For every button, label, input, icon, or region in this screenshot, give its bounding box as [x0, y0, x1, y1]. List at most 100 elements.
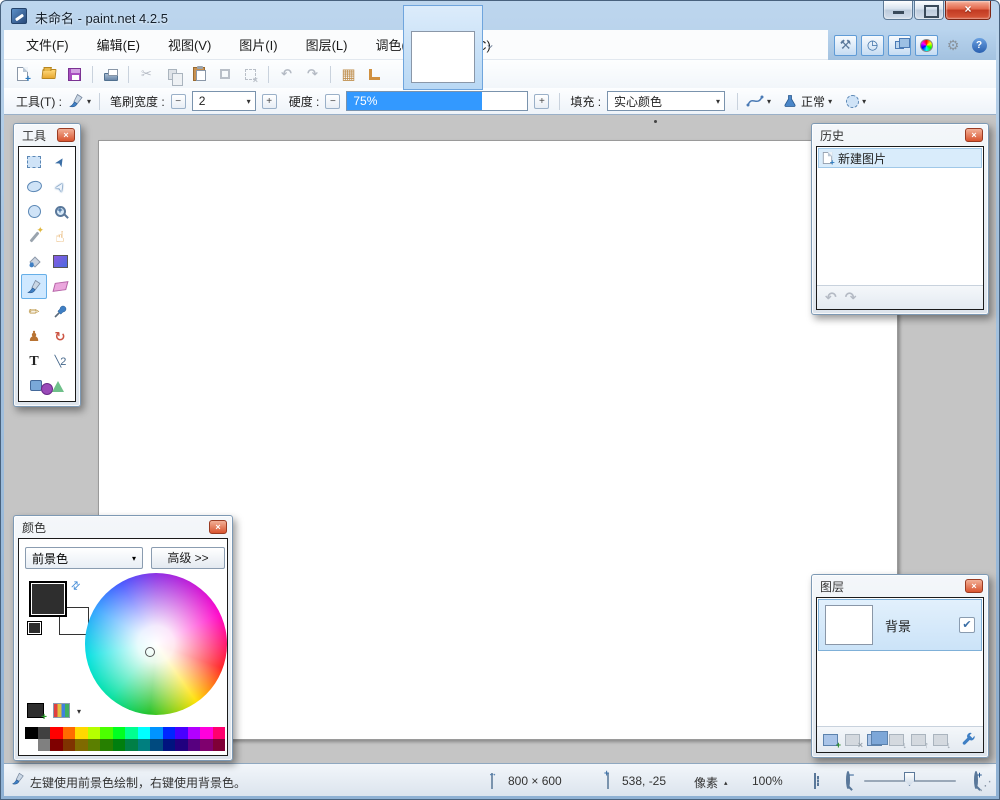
tool-move-selected-pixels[interactable]: ➤	[47, 149, 73, 174]
blend-mode-dropdown-arrow[interactable]: ▾	[828, 97, 832, 106]
merge-layer-down-button[interactable]	[889, 734, 904, 746]
minimize-button[interactable]	[883, 1, 913, 20]
resize-grip[interactable]: ⋰	[979, 778, 992, 794]
tool-dropdown-arrow[interactable]: ▾	[87, 97, 91, 106]
tool-magic-wand[interactable]: ✦	[21, 224, 47, 249]
menu-image[interactable]: 图片(I)	[225, 30, 291, 59]
hardness-increase-button[interactable]: +	[534, 94, 549, 109]
redo-button[interactable]: ↷	[304, 66, 321, 83]
palette-swatch[interactable]	[125, 739, 138, 751]
zoom-slider-thumb[interactable]	[904, 772, 915, 786]
palette-swatch[interactable]	[75, 727, 88, 739]
tool-ellipse-select[interactable]	[21, 199, 47, 224]
toggle-history-panel-button[interactable]: ◷	[861, 35, 884, 56]
palette-swatch[interactable]	[138, 727, 151, 739]
palette-swatch[interactable]	[50, 727, 63, 739]
palette-swatch[interactable]	[38, 727, 51, 739]
selection-mode-dropdown-arrow[interactable]: ▾	[862, 97, 866, 106]
layer-properties-wrench-icon[interactable]	[961, 732, 976, 747]
advanced-colors-button[interactable]: 高级 >>	[151, 547, 225, 569]
brush-width-decrease-button[interactable]: −	[171, 94, 186, 109]
tool-move-selection[interactable]: ➤	[47, 174, 73, 199]
tool-clone-stamp[interactable]: ♟	[21, 324, 47, 349]
image-tab-active[interactable]	[403, 5, 483, 90]
zoom-to-window-button[interactable]	[814, 773, 816, 789]
units-dropdown[interactable]: 像素 ▴	[694, 774, 728, 791]
tool-paintbrush[interactable]	[21, 274, 47, 299]
tool-rectangle-select[interactable]	[21, 149, 47, 174]
color-wheel[interactable]	[85, 573, 227, 715]
palette-swatch[interactable]	[150, 727, 163, 739]
palette-swatch[interactable]	[113, 739, 126, 751]
copy-button[interactable]	[164, 66, 181, 83]
undo-button[interactable]: ↶	[278, 66, 295, 83]
palette-swatch[interactable]	[25, 727, 38, 739]
palette-swatch[interactable]	[163, 727, 176, 739]
maximize-button[interactable]	[914, 1, 944, 20]
brush-width-increase-button[interactable]: +	[262, 94, 277, 109]
layer-visibility-checkbox[interactable]: ✔	[959, 617, 975, 633]
palette-swatch[interactable]	[100, 727, 113, 739]
colors-panel-close-button[interactable]: ×	[209, 520, 227, 534]
ruler-toggle-button[interactable]	[366, 66, 383, 83]
palette-menu-dropdown-arrow[interactable]: ▾	[77, 707, 81, 716]
palette-swatch[interactable]	[138, 739, 151, 751]
save-button[interactable]	[66, 66, 83, 83]
palette-swatch[interactable]	[113, 727, 126, 739]
toggle-colors-panel-button[interactable]	[915, 35, 938, 56]
antialiasing-dropdown-arrow[interactable]: ▾	[767, 97, 771, 106]
palette-swatch[interactable]	[38, 739, 51, 751]
close-button[interactable]: ×	[945, 1, 991, 20]
antialiasing-curve-icon[interactable]	[746, 94, 764, 108]
selection-mode-icon[interactable]	[846, 95, 859, 108]
image-list-chevron-icon[interactable]: ⌄	[485, 37, 495, 51]
colors-panel-titlebar[interactable]: 颜色 ×	[14, 516, 232, 538]
palette-swatch[interactable]	[63, 739, 76, 751]
add-color-button[interactable]	[27, 703, 44, 718]
move-layer-up-button[interactable]	[911, 734, 926, 746]
tools-panel-titlebar[interactable]: 工具 ×	[14, 124, 80, 146]
menu-file[interactable]: 文件(F)	[12, 30, 83, 59]
palette-swatch[interactable]	[200, 739, 213, 751]
tool-recolor[interactable]: ↻	[47, 324, 73, 349]
brush-width-combo[interactable]: 2 ▾	[192, 91, 256, 111]
palette-swatch[interactable]	[75, 739, 88, 751]
history-item-selected[interactable]: 新建图片	[818, 148, 982, 168]
palette-swatch[interactable]	[200, 727, 213, 739]
tool-text[interactable]: T	[21, 349, 47, 374]
duplicate-layer-button[interactable]	[867, 734, 882, 746]
toggle-layers-panel-button[interactable]	[888, 35, 911, 56]
palette-swatch[interactable]	[150, 739, 163, 751]
tool-zoom[interactable]: +	[47, 199, 73, 224]
palette-swatch[interactable]	[175, 727, 188, 739]
help-button[interactable]: ?	[968, 35, 990, 56]
crop-button[interactable]	[216, 66, 233, 83]
cut-button[interactable]: ✂	[138, 66, 155, 83]
palette-swatch[interactable]	[213, 739, 226, 751]
palette-swatch[interactable]	[88, 739, 101, 751]
move-layer-down-button[interactable]	[933, 734, 948, 746]
history-undo-button[interactable]: ↶	[825, 289, 837, 306]
new-image-button[interactable]	[14, 66, 31, 83]
menu-edit[interactable]: 编辑(E)	[83, 30, 154, 59]
zoom-in-button[interactable]: +	[974, 771, 978, 789]
menu-layers[interactable]: 图层(L)	[292, 30, 362, 59]
layers-panel-titlebar[interactable]: 图层 ×	[812, 575, 988, 597]
zoom-out-button[interactable]: −	[846, 771, 850, 789]
tool-gradient[interactable]	[47, 249, 73, 274]
palette-swatch[interactable]	[125, 727, 138, 739]
palette-swatch[interactable]	[163, 739, 176, 751]
deselect-button[interactable]	[242, 66, 259, 83]
palette-swatch[interactable]	[50, 739, 63, 751]
palette-swatch[interactable]	[188, 727, 201, 739]
color-target-combo[interactable]: 前景色 ▾	[25, 547, 143, 569]
tool-color-picker[interactable]	[47, 299, 73, 324]
layers-panel-close-button[interactable]: ×	[965, 579, 983, 593]
tool-pencil[interactable]: ✏	[21, 299, 47, 324]
add-layer-button[interactable]	[823, 734, 838, 746]
tool-lasso-select[interactable]	[21, 174, 47, 199]
palette-swatch[interactable]	[188, 739, 201, 751]
tool-eraser[interactable]	[47, 274, 73, 299]
hardness-slider[interactable]: 75%	[346, 91, 528, 111]
palette-swatch[interactable]	[63, 727, 76, 739]
